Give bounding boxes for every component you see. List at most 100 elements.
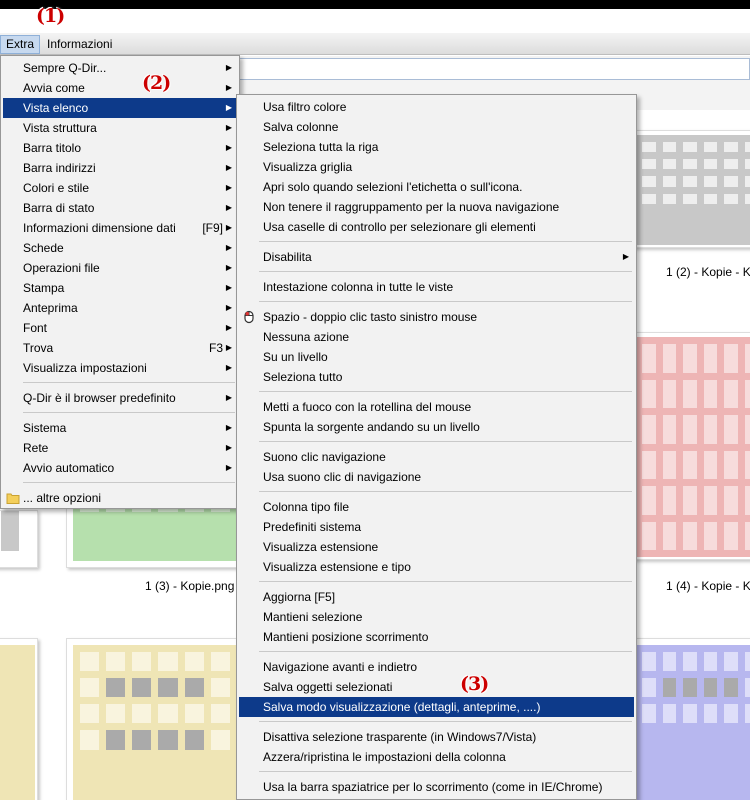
menu-item-disabilita[interactable]: Disabilita ▶ <box>239 247 634 267</box>
menu-item-label: Predefiniti sistema <box>263 520 362 534</box>
menu-item-operazioni-file[interactable]: Operazioni file ▶ <box>3 258 237 278</box>
menu-item-usa-suono-clic-di-navigazione[interactable]: Usa suono clic di navigazione <box>239 467 634 487</box>
thumbnail-image <box>635 135 750 245</box>
menu-item-usa-la-barra-spaziatrice-per-lo-scorrime[interactable]: Usa la barra spaziatrice per lo scorrime… <box>239 777 634 797</box>
menu-item-mantieni-selezione[interactable]: Mantieni selezione <box>239 607 634 627</box>
menu-informazioni[interactable]: Informazioni <box>42 35 117 54</box>
menu-item-spunta-la-sorgente-andando-su-un-livello[interactable]: Spunta la sorgente andando su un livello <box>239 417 634 437</box>
submenu-arrow-icon: ▶ <box>225 283 232 292</box>
thumbnail-2[interactable] <box>630 130 750 248</box>
menu-item-label: Mantieni posizione scorrimento <box>263 630 429 644</box>
menu-item-label: Anteprima <box>23 301 78 315</box>
thumbnail-image <box>1 511 19 551</box>
thumbnail-4[interactable] <box>630 332 750 560</box>
menu-item-seleziona-tutta-la-riga[interactable]: Seleziona tutta la riga <box>239 137 634 157</box>
menu-item-label: Vista elenco <box>23 101 89 115</box>
menu-item-label: Spunta la sorgente andando su un livello <box>263 420 480 434</box>
menu-item-salva-modo-visualizzazione-dettagli-ante[interactable]: Salva modo visualizzazione (dettagli, an… <box>239 697 634 717</box>
menu-item-non-tenere-il-raggruppamento-per-la-nuov[interactable]: Non tenere il raggruppamento per la nuov… <box>239 197 634 217</box>
menu-item-barra-di-stato[interactable]: Barra di stato ▶ <box>3 198 237 218</box>
menu-item-anteprima[interactable]: Anteprima ▶ <box>3 298 237 318</box>
menu-item-label: Salva modo visualizzazione (dettagli, an… <box>263 700 541 714</box>
menu-item-altre-opzioni[interactable]: ... altre opzioni <box>3 488 237 508</box>
menu-separator <box>259 441 632 442</box>
menu-item-label: Barra titolo <box>23 141 82 155</box>
thumbnail-7[interactable] <box>630 638 750 800</box>
submenu-arrow-icon: ▶ <box>225 363 232 372</box>
menu-item-visualizza-estensione-e-tipo[interactable]: Visualizza estensione e tipo <box>239 557 634 577</box>
submenu-arrow-icon: ▶ <box>225 243 232 252</box>
submenu-arrow-icon: ▶ <box>225 123 232 132</box>
thumbnail-5[interactable] <box>0 638 38 800</box>
menu-item-label: Su un livello <box>263 350 328 364</box>
menu-separator <box>259 491 632 492</box>
menu-item-avvia-come[interactable]: Avvia come ▶ <box>3 78 237 98</box>
menu-item-shortcut: F3 <box>208 341 223 355</box>
menu-item-mantieni-posizione-scorrimento[interactable]: Mantieni posizione scorrimento <box>239 627 634 647</box>
menu-item-metti-a-fuoco-con-la-rotellina-del-mouse[interactable]: Metti a fuoco con la rotellina del mouse <box>239 397 634 417</box>
menu-item-salva-colonne[interactable]: Salva colonne <box>239 117 634 137</box>
menu-item-label: Rete <box>23 441 49 455</box>
extra-dropdown-menu: Sempre Q-Dir... ▶ Avvia come ▶ Vista elenco ▶… <box>0 55 240 509</box>
menu-item-schede[interactable]: Schede ▶ <box>3 238 237 258</box>
menu-item-label: Mantieni selezione <box>263 610 363 624</box>
menu-item-vista-elenco[interactable]: Vista elenco ▶ <box>3 98 237 118</box>
menu-item-label: Seleziona tutta la riga <box>263 140 379 154</box>
menu-item-vista-struttura[interactable]: Vista struttura ▶ <box>3 118 237 138</box>
menu-item-rete[interactable]: Rete ▶ <box>3 438 237 458</box>
menu-item-salva-oggetti-selezionati[interactable]: Salva oggetti selezionati <box>239 677 634 697</box>
menu-item-usa-filtro-colore[interactable]: Usa filtro colore <box>239 97 634 117</box>
menu-item-label: Aggiorna [F5] <box>263 590 336 604</box>
marker-3: (3) <box>460 673 489 695</box>
menu-item-visualizza-impostazioni[interactable]: Visualizza impostazioni ▶ <box>3 358 237 378</box>
menu-item-disattiva-selezione-trasparente-in-windo[interactable]: Disattiva selezione trasparente (in Wind… <box>239 727 634 747</box>
menu-separator <box>23 382 235 383</box>
menu-item-label: Usa filtro colore <box>263 100 347 114</box>
menu-item-barra-titolo[interactable]: Barra titolo ▶ <box>3 138 237 158</box>
menu-item-apri-solo-quando-selezioni-l-etichetta-o[interactable]: Apri solo quando selezioni l'etichetta o… <box>239 177 634 197</box>
menu-item-label: Disattiva selezione trasparente (in Wind… <box>263 730 537 744</box>
menu-item-font[interactable]: Font ▶ <box>3 318 237 338</box>
menu-item-q-dir-e-il-browser-predefinito[interactable]: Q-Dir è il browser predefinito ▶ <box>3 388 237 408</box>
thumbnail-image <box>73 645 237 800</box>
menu-item-colonna-tipo-file[interactable]: Colonna tipo file <box>239 497 634 517</box>
menu-item-intestazione-colonna-in-tutte-le-viste[interactable]: Intestazione colonna in tutte le viste <box>239 277 634 297</box>
menu-item-sempre-q-dir[interactable]: Sempre Q-Dir... ▶ <box>3 58 237 78</box>
address-bar[interactable] <box>200 58 750 80</box>
menu-item-label: Visualizza estensione <box>263 540 379 554</box>
menu-item-aggiorna-f5[interactable]: Aggiorna [F5] <box>239 587 634 607</box>
menu-item-nessuna-azione[interactable]: Nessuna azione <box>239 327 634 347</box>
submenu-arrow-icon: ▶ <box>225 393 232 402</box>
submenu-arrow-icon: ▶ <box>225 463 232 472</box>
menu-item-trova[interactable]: Trova F3 ▶ <box>3 338 237 358</box>
menu-item-colori-e-stile[interactable]: Colori e stile ▶ <box>3 178 237 198</box>
vista-elenco-submenu: Usa filtro colore Salva colonne Seleziona … <box>236 94 637 800</box>
menu-item-informazioni-dimensione-dati[interactable]: Informazioni dimensione dati [F9] ▶ <box>3 218 237 238</box>
menu-item-suono-clic-navigazione[interactable]: Suono clic navigazione <box>239 447 634 467</box>
menu-item-avvio-automatico[interactable]: Avvio automatico ▶ <box>3 458 237 478</box>
submenu-arrow-icon: ▶ <box>225 443 232 452</box>
menu-item-sistema[interactable]: Sistema ▶ <box>3 418 237 438</box>
menu-item-barra-indirizzi[interactable]: Barra indirizzi ▶ <box>3 158 237 178</box>
menu-item-azzera-ripristina-le-impostazioni-della-[interactable]: Azzera/ripristina le impostazioni della … <box>239 747 634 767</box>
menu-item-label: Colonna tipo file <box>263 500 350 514</box>
menu-item-predefiniti-sistema[interactable]: Predefiniti sistema <box>239 517 634 537</box>
submenu-arrow-icon: ▶ <box>225 183 232 192</box>
menu-item-label: Usa la barra spaziatrice per lo scorrime… <box>263 780 603 794</box>
menu-item-visualizza-griglia[interactable]: Visualizza griglia <box>239 157 634 177</box>
menu-item-su-un-livello[interactable]: Su un livello <box>239 347 634 367</box>
thumbnail-image <box>635 337 750 557</box>
menu-item-spazio-doppio-clic-tasto-sinistro-mouse[interactable]: Spazio - doppio clic tasto sinistro mous… <box>239 307 634 327</box>
folder-icon <box>6 491 20 505</box>
menu-item-label: Visualizza estensione e tipo <box>263 560 411 574</box>
menu-item-label: Salva colonne <box>263 120 339 134</box>
menu-item-visualizza-estensione[interactable]: Visualizza estensione <box>239 537 634 557</box>
menu-extra[interactable]: Extra <box>0 35 40 54</box>
menu-item-stampa[interactable]: Stampa ▶ <box>3 278 237 298</box>
thumbnail-6[interactable] <box>66 638 240 800</box>
menu-item-navigazione-avanti-e-indietro[interactable]: Navigazione avanti e indietro <box>239 657 634 677</box>
menu-item-usa-caselle-di-controllo-per-selezionare[interactable]: Usa caselle di controllo per selezionare… <box>239 217 634 237</box>
thumbnail-1[interactable] <box>0 510 38 568</box>
menu-separator <box>259 301 632 302</box>
menu-item-seleziona-tutto[interactable]: Seleziona tutto <box>239 367 634 387</box>
